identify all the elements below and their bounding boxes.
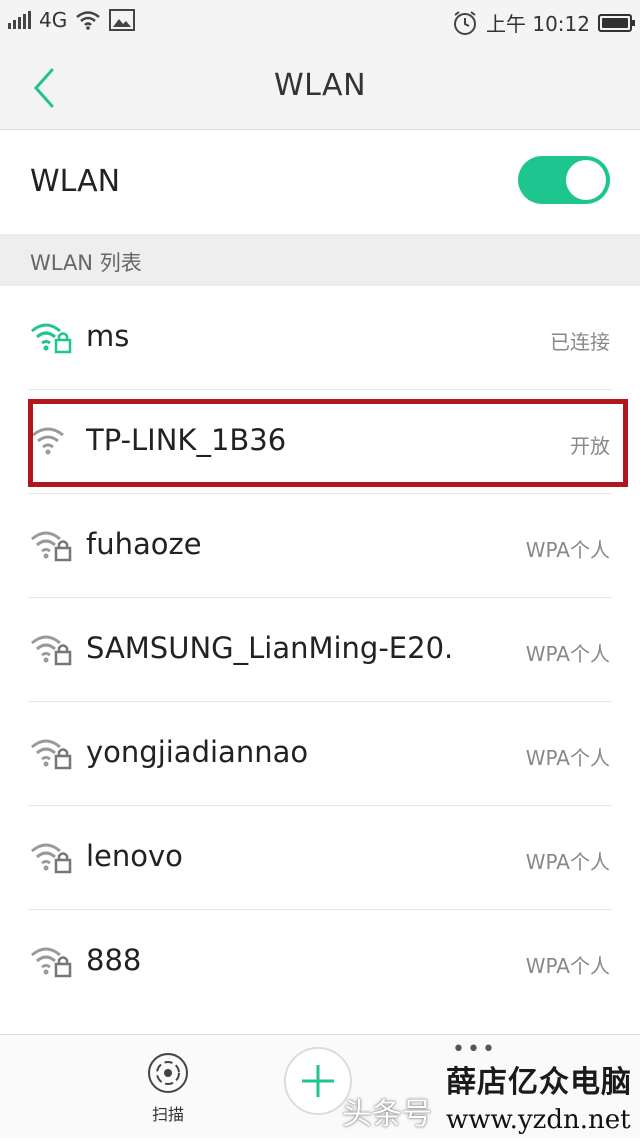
wifi-open-icon xyxy=(32,427,64,455)
network-row-samsung[interactable]: SAMSUNG_LianMing-E20. WPA个人 xyxy=(0,598,640,702)
network-name: 888 xyxy=(86,943,142,977)
wlan-list-header: WLAN 列表 xyxy=(0,234,640,286)
wifi-locked-connected-icon xyxy=(31,323,72,354)
wifi-locked-icon xyxy=(31,739,72,770)
wlan-toggle-row: WLAN xyxy=(0,130,640,234)
wifi-locked-icon xyxy=(31,531,72,562)
scan-label: 扫描 xyxy=(151,1105,184,1124)
alarm-clock-icon xyxy=(454,10,476,35)
wifi-locked-icon xyxy=(31,843,72,874)
network-name: SAMSUNG_LianMing-E20. xyxy=(86,631,454,665)
wifi-locked-icon xyxy=(31,947,72,978)
toggle-knob xyxy=(566,160,606,200)
network-type: 4G xyxy=(39,8,68,32)
network-name: fuhaoze xyxy=(86,527,202,561)
network-row-fuhaoze[interactable]: fuhaoze WPA个人 xyxy=(0,494,640,598)
network-status: WPA个人 xyxy=(525,538,610,562)
image-notification-icon xyxy=(109,9,136,31)
network-status: WPA个人 xyxy=(525,954,610,978)
page-title: WLAN xyxy=(273,68,367,103)
network-row-lenovo[interactable]: lenovo WPA个人 xyxy=(0,806,640,910)
network-status: 已连接 xyxy=(550,330,610,354)
status-time: 上午 10:12 xyxy=(486,12,590,36)
wifi-status-icon xyxy=(76,11,101,30)
network-status: WPA个人 xyxy=(525,746,610,770)
network-row-yongjiadiannao[interactable]: yongjiadiannao WPA个人 xyxy=(0,702,640,806)
scan-button[interactable]: 扫描 xyxy=(140,1051,196,1135)
wifi-locked-icon xyxy=(31,635,72,666)
watermark-url: www.yzdn.net xyxy=(446,1105,631,1135)
section-title: WLAN 列表 xyxy=(30,251,142,275)
network-name: ms xyxy=(86,319,130,353)
network-name: TP-LINK_1B36 xyxy=(86,423,287,457)
title-bar: WLAN xyxy=(0,44,640,130)
wlan-toggle-label: WLAN xyxy=(30,164,121,199)
network-status: WPA个人 xyxy=(525,642,610,666)
battery-icon xyxy=(598,13,635,32)
network-status: WPA个人 xyxy=(525,850,610,874)
network-list: ms 已连接 TP-LINK_1B36 开放 fuhaoze WPA个人 SAM… xyxy=(0,286,640,1034)
network-row-888[interactable]: 888 WPA个人 xyxy=(0,910,640,1014)
network-row-ms[interactable]: ms 已连接 xyxy=(0,286,640,390)
watermark-text: 头条号 xyxy=(342,1097,432,1132)
network-name: lenovo xyxy=(86,839,183,873)
wlan-toggle-switch[interactable] xyxy=(518,156,610,204)
network-status: 开放 xyxy=(570,434,610,458)
watermark-brand: 薛店亿众电脑 xyxy=(446,1065,632,1100)
status-bar: 4G 上午 10:12 xyxy=(0,0,640,44)
network-row-tp-link[interactable]: TP-LINK_1B36 开放 xyxy=(0,390,640,494)
network-name: yongjiadiannao xyxy=(86,735,309,769)
plus-icon xyxy=(302,1065,334,1097)
bottom-bar: 扫描 ••• 头条号 薛店亿众电脑 www.yzdn.net xyxy=(0,1034,640,1138)
scan-icon xyxy=(148,1053,188,1093)
signal-strength-icon xyxy=(8,11,31,29)
